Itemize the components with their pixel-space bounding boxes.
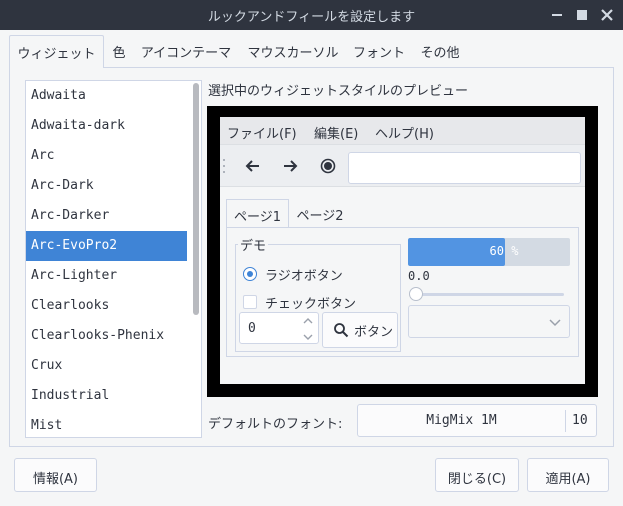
apply-button[interactable]: 適用(A) [527,458,609,492]
tab-other[interactable]: その他 [418,35,462,67]
list-item[interactable]: Industrial [26,381,187,411]
scale-track[interactable] [416,293,564,296]
list-item-selected[interactable]: Arc-EvoPro2 [26,231,187,261]
font-separator [565,410,566,432]
record-icon[interactable] [318,156,338,176]
widget-theme-list[interactable]: Adwaita Adwaita-dark Arc Arc-Dark Arc-Da… [25,80,202,438]
checkbox[interactable] [243,295,257,309]
list-item[interactable]: Adwaita [26,81,187,111]
toolbar-entry[interactable] [348,152,581,184]
list-scrollbar[interactable] [190,81,201,437]
window-title: ルックアンドフィールを設定します [207,10,416,25]
menu-help[interactable]: ヘルプ(H) [375,123,434,142]
tab-page2[interactable]: ページ2 [289,199,351,227]
tab-icon-theme[interactable]: アイコンテーマ [137,35,235,67]
scale-slider-handle[interactable] [409,287,423,301]
list-item[interactable]: Mist [26,411,187,437]
title-bar: ルックアンドフィールを設定します [0,0,623,30]
tab-color[interactable]: 色 [109,35,129,67]
font-name: MigMix 1M [426,413,497,428]
search-icon [334,323,349,338]
forward-arrow-icon[interactable] [280,156,300,176]
list-item[interactable]: Arc-Dark [26,171,187,201]
preview-toolbar [220,145,585,187]
progress-text: 60 % [489,244,519,258]
chevron-up-icon[interactable] [303,316,313,326]
list-item[interactable]: Arc [26,141,187,171]
font-chooser-button[interactable]: MigMix 1M 10 [357,404,597,437]
close-icon[interactable] [598,6,616,24]
list-item[interactable]: Adwaita-dark [26,111,187,141]
toolbar-grip-icon [223,159,225,173]
back-arrow-icon[interactable] [243,156,263,176]
scrollbar-thumb[interactable] [193,83,199,315]
demo-title: デモ [238,235,269,254]
radio-button[interactable] [243,267,257,281]
progress-bar: 60 % [408,238,570,266]
scale-value: 0.0 [408,269,430,283]
menu-file[interactable]: ファイル(F) [227,123,297,142]
list-item[interactable]: Arc-Darker [26,201,187,231]
search-button[interactable]: ボタン [322,312,398,348]
preview-menubar: ファイル(F) 編集(E) ヘルプ(H) [220,117,585,145]
checkbox-label[interactable]: チェックボタン [265,293,356,312]
preview-tab-panel: デモ ラジオボタン チェックボタン 0 ボタン 60 % 0.0 [226,227,579,357]
tab-mouse-cursor[interactable]: マウスカーソル [245,35,341,67]
menu-edit[interactable]: 編集(E) [314,123,358,142]
about-button[interactable]: 情報(A) [14,458,97,492]
list-item[interactable]: Clearlooks [26,291,187,321]
preview-frame: ファイル(F) 編集(E) ヘルプ(H) ページ1 ページ2 デモ ラジオボタン… [207,106,598,397]
list-item[interactable]: Crux [26,351,187,381]
default-font-label: デフォルトのフォント: [208,417,343,432]
radio-label[interactable]: ラジオボタン [265,265,343,284]
font-size: 10 [572,413,588,428]
combo-box[interactable] [408,305,570,338]
close-button[interactable]: 閉じる(C) [435,458,519,492]
spin-value[interactable]: 0 [248,321,256,336]
list-item[interactable]: Clearlooks-Phenix [26,321,187,351]
tab-widget[interactable]: ウィジェット [9,35,104,68]
chevron-down-icon[interactable] [303,332,313,342]
tab-font[interactable]: フォント [351,35,407,67]
spin-button[interactable]: 0 [239,312,319,344]
list-item[interactable]: Arc-Lighter [26,261,187,291]
preview-area: ファイル(F) 編集(E) ヘルプ(H) ページ1 ページ2 デモ ラジオボタン… [220,117,585,384]
appearance-settings-window: ルックアンドフィールを設定します ウィジェット 色 アイコンテーマ マウスカーソ… [0,0,623,506]
search-button-label: ボタン [354,325,394,340]
preview-label: 選択中のウィジェットスタイルのプレビュー [208,84,469,99]
chevron-down-icon [549,319,561,327]
maximize-icon[interactable] [573,6,591,24]
tab-page1[interactable]: ページ1 [226,199,289,228]
minimize-icon[interactable] [548,6,566,24]
radio-dot [247,271,253,277]
